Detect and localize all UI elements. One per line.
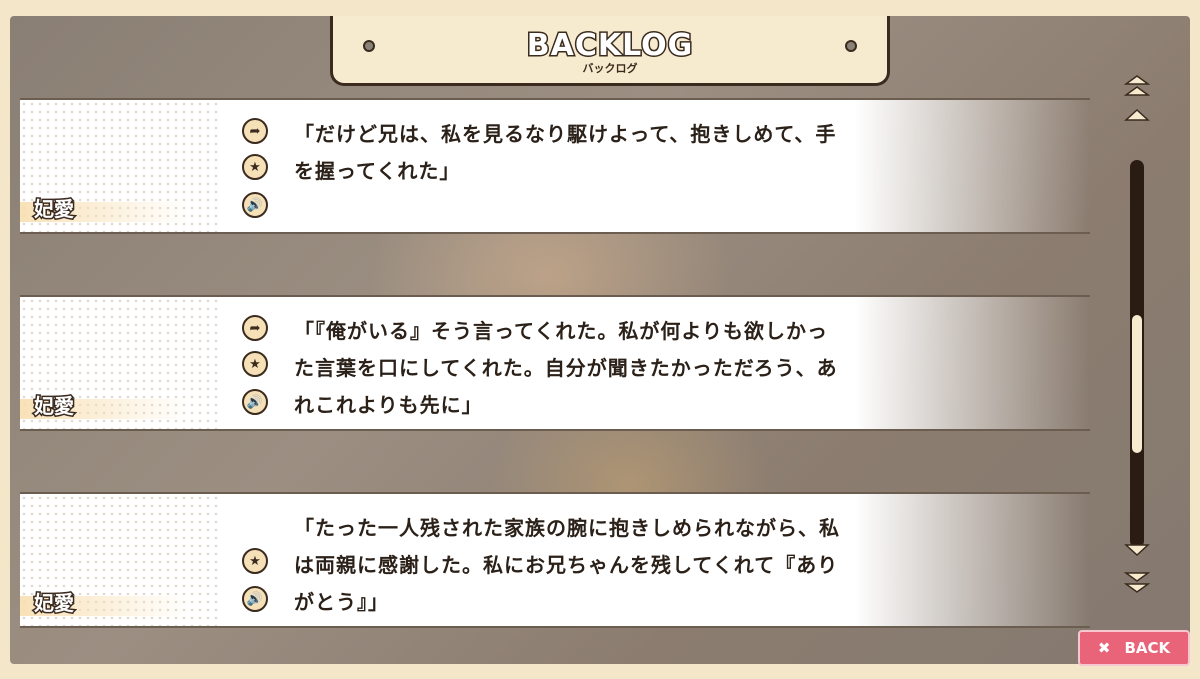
star-icon[interactable]: ★ [242,351,268,377]
scrollbar-track[interactable] [1130,160,1144,548]
backlog-panel: BACKLOG バックログ 妃愛 ➦ ★ 🔊 「だけど兄は、私を見るなり駆けよっ… [10,16,1190,664]
page-subtitle: バックログ [582,62,638,75]
log-entry[interactable]: 妃愛 ★ 🔊 「たった一人残された家族の腕に抱きしめられながら、私 は両親に感謝… [20,492,1090,628]
voice-icon[interactable]: 🔊 [242,192,268,218]
jump-icon[interactable]: ➦ [242,118,268,144]
back-label: BACK [1124,639,1171,657]
dialogue-text: 「『俺がいる』そう言ってくれた。私が何よりも欲しかっ た言葉を口にしてくれた。自… [294,319,838,417]
dialogue-text: 「たった一人残された家族の腕に抱きしめられながら、私 は両親に感謝した。私にお兄… [294,516,840,614]
back-button[interactable]: ✖ BACK [1078,630,1190,666]
log-entry[interactable]: 妃愛 ➦ ★ 🔊 「『俺がいる』そう言ってくれた。私が何よりも欲しかっ た言葉を… [20,295,1090,431]
scroll-top-icon[interactable] [1124,74,1150,100]
close-icon: ✖ [1097,639,1111,657]
dialogue-text: 「だけど兄は、私を見るなり駆けよって、抱きしめて、手 を握ってくれた」 [294,122,837,183]
scroll-up-icon[interactable] [1124,108,1150,124]
speaker-name: 妃愛 [33,590,76,617]
page-title: BACKLOG [525,27,694,65]
star-icon[interactable]: ★ [242,154,268,180]
log-entry[interactable]: 妃愛 ➦ ★ 🔊 「だけど兄は、私を見るなり駆けよって、抱きしめて、手 を握って… [20,98,1090,234]
backlog-header: BACKLOG バックログ [330,16,890,86]
scroll-down-icon[interactable] [1124,542,1150,558]
scrollbar-thumb[interactable] [1132,315,1142,453]
speaker-name: 妃愛 [33,196,76,223]
jump-icon[interactable]: ➦ [242,315,268,341]
voice-icon[interactable]: 🔊 [242,389,268,415]
star-icon[interactable]: ★ [242,548,268,574]
speaker-name: 妃愛 [33,393,76,420]
voice-icon[interactable]: 🔊 [242,586,268,612]
scroll-bottom-icon[interactable] [1124,570,1150,596]
